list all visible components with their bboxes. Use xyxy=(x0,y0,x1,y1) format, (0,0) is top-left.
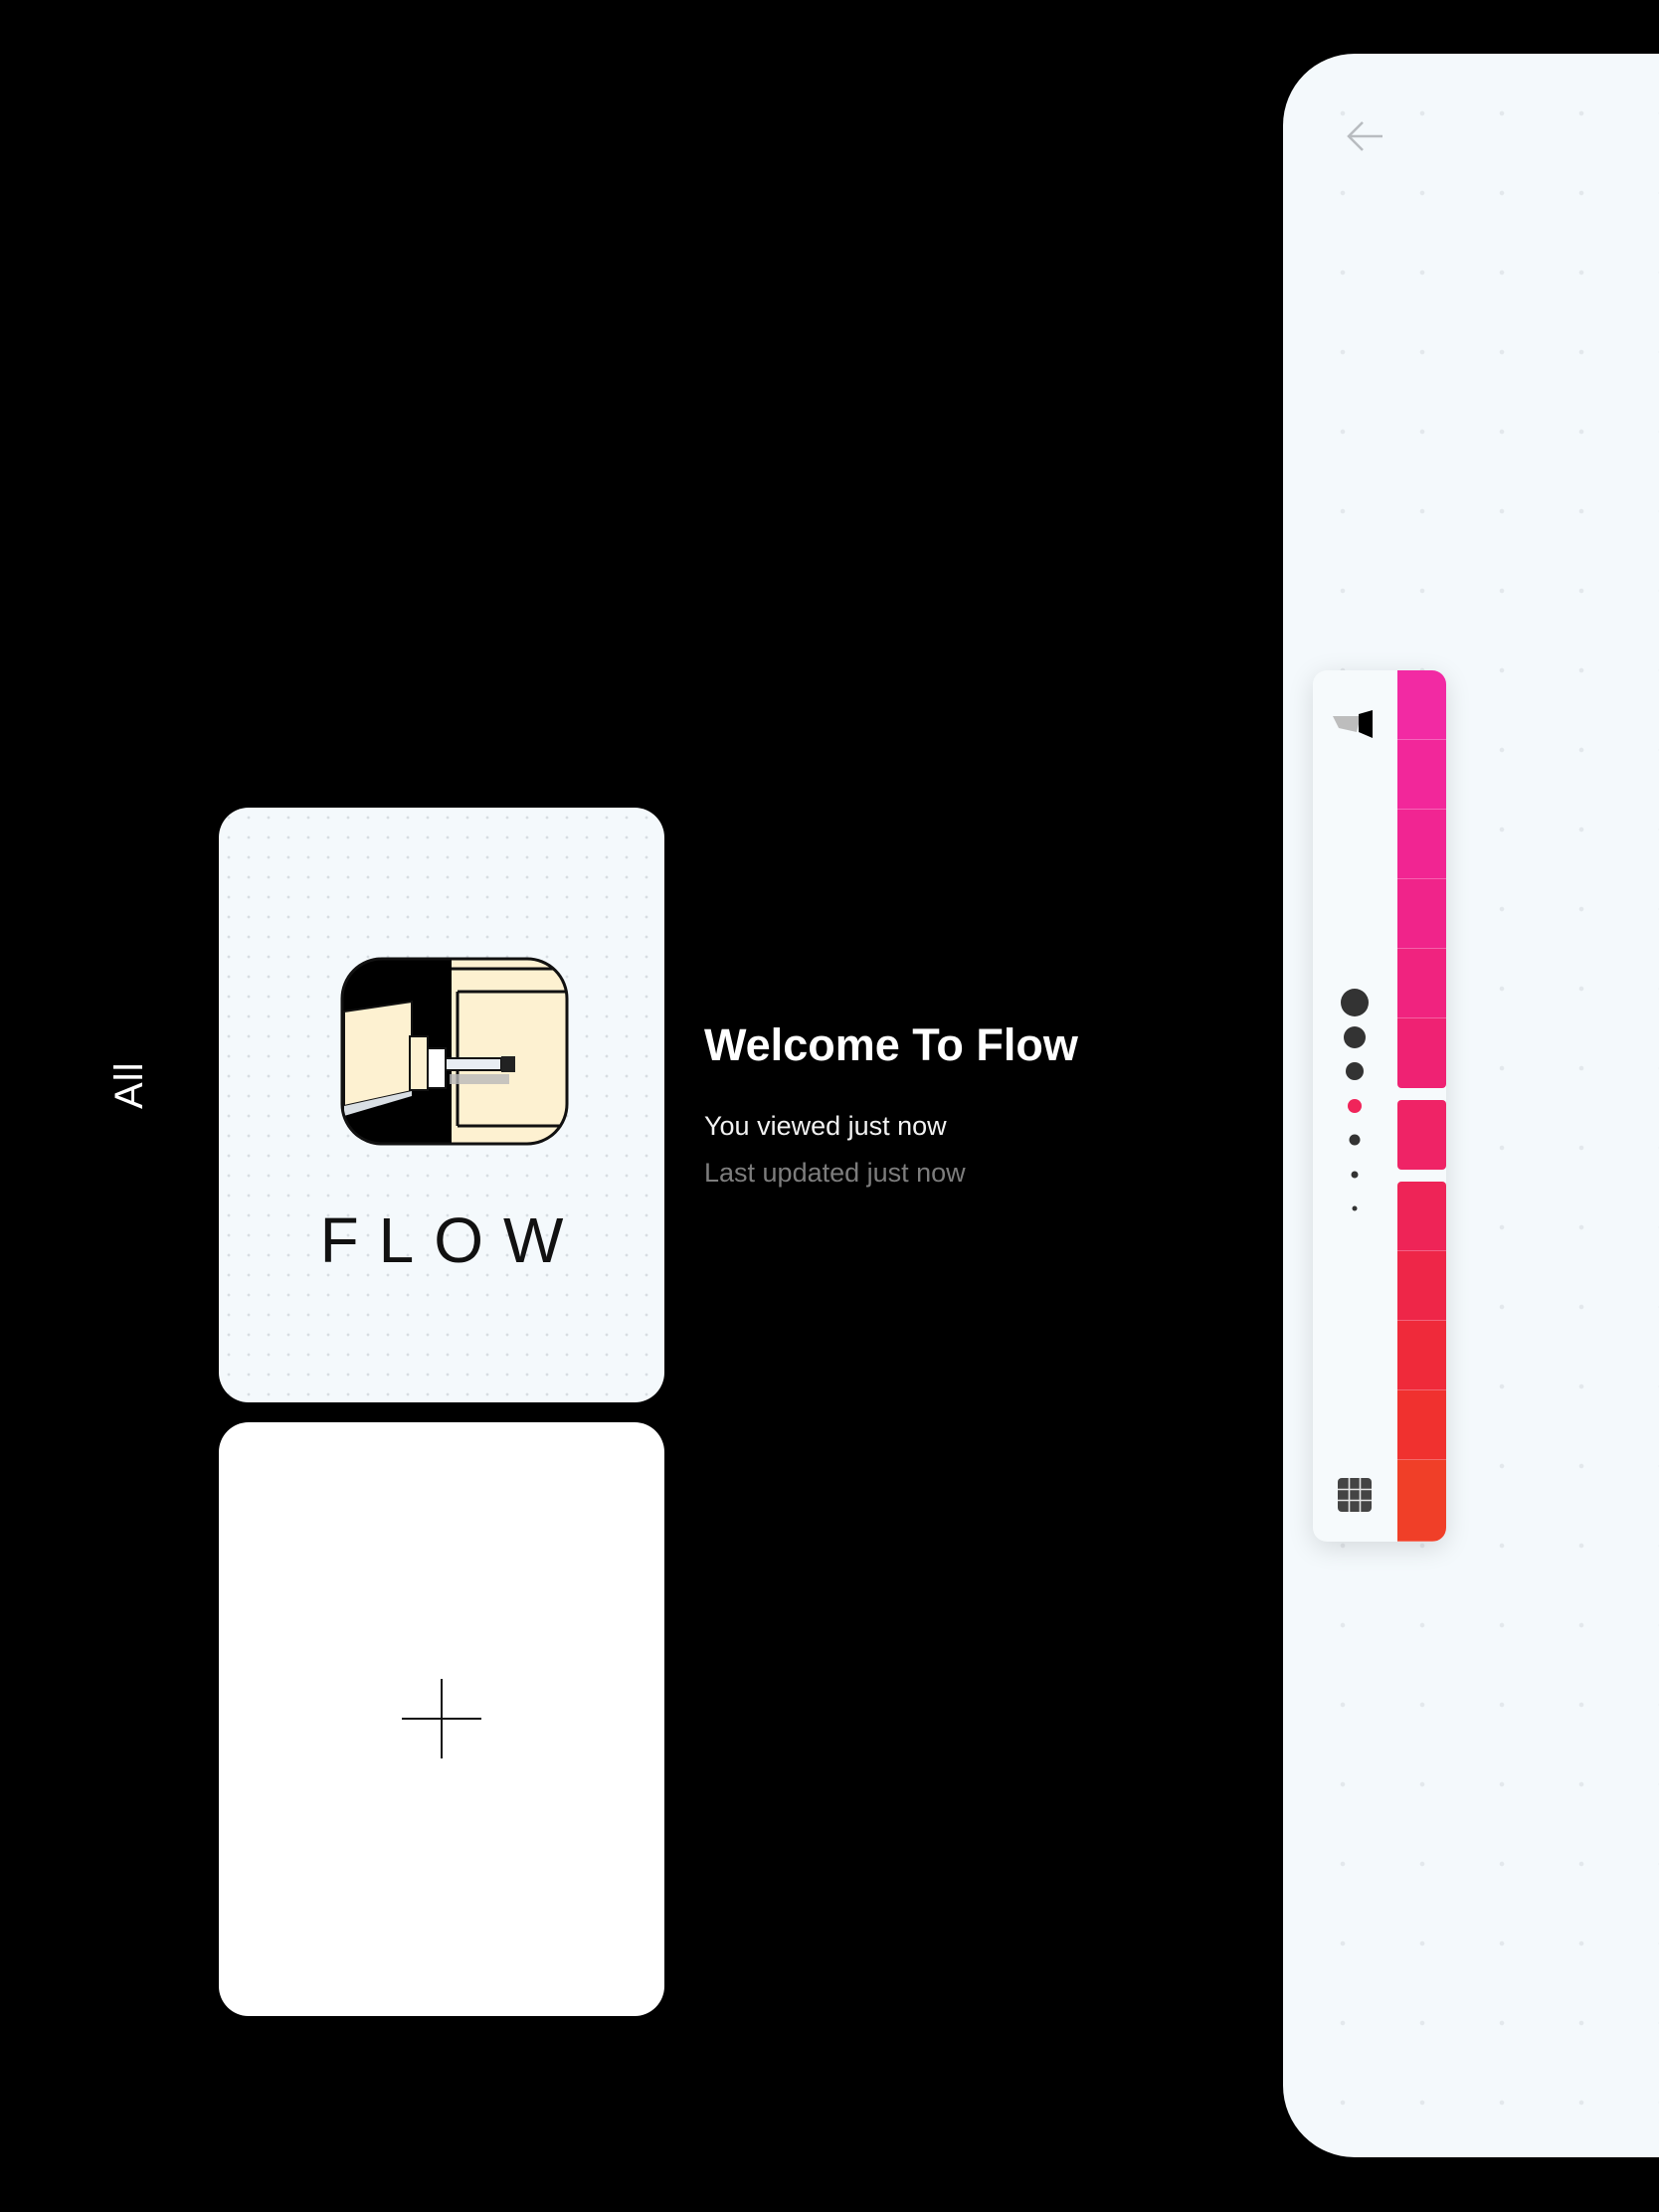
note-title[interactable]: Welcome To Flow xyxy=(704,1019,1078,1071)
color-swatch[interactable] xyxy=(1397,740,1446,810)
marker-icon[interactable] xyxy=(1333,710,1377,740)
color-swatch[interactable] xyxy=(1397,1390,1446,1460)
category-label[interactable]: All xyxy=(107,1062,152,1109)
brush-size-5-button[interactable] xyxy=(1349,1134,1361,1146)
color-swatch[interactable] xyxy=(1397,1018,1446,1088)
note-updated-status: Last updated just now xyxy=(704,1158,966,1188)
brush-size-2-button[interactable] xyxy=(1344,1025,1366,1048)
color-swatch[interactable] xyxy=(1397,949,1446,1018)
new-note-card[interactable] xyxy=(219,1422,664,2016)
color-swatch[interactable] xyxy=(1397,1182,1446,1251)
editor-panel[interactable] xyxy=(1283,54,1659,2157)
drawing-toolbar xyxy=(1313,670,1446,1542)
note-thumbnail-card[interactable]: FLOW xyxy=(219,808,664,1402)
brush-size-1-button[interactable] xyxy=(1341,989,1369,1016)
arrow-left-icon[interactable] xyxy=(1341,111,1390,161)
brush-size-6-button[interactable] xyxy=(1351,1171,1359,1178)
plus-icon[interactable] xyxy=(400,1677,483,1760)
note-viewed-status: You viewed just now xyxy=(704,1111,947,1141)
color-swatch[interactable] xyxy=(1397,810,1446,879)
color-palette xyxy=(1397,670,1446,1542)
color-swatch[interactable] xyxy=(1397,1100,1446,1170)
brush-size-7-button[interactable] xyxy=(1352,1205,1358,1211)
color-swatch[interactable] xyxy=(1397,1321,1446,1390)
color-swatch[interactable] xyxy=(1397,1251,1446,1321)
flow-logo-icon xyxy=(340,957,569,1146)
brush-size-4-button[interactable] xyxy=(1348,1098,1362,1113)
flow-wordmark: FLOW xyxy=(319,1204,584,1276)
color-swatch[interactable] xyxy=(1397,879,1446,949)
color-swatch[interactable] xyxy=(1397,670,1446,740)
grid-icon[interactable] xyxy=(1338,1478,1372,1512)
color-swatch[interactable] xyxy=(1397,1460,1446,1542)
brush-size-3-button[interactable] xyxy=(1346,1062,1364,1080)
